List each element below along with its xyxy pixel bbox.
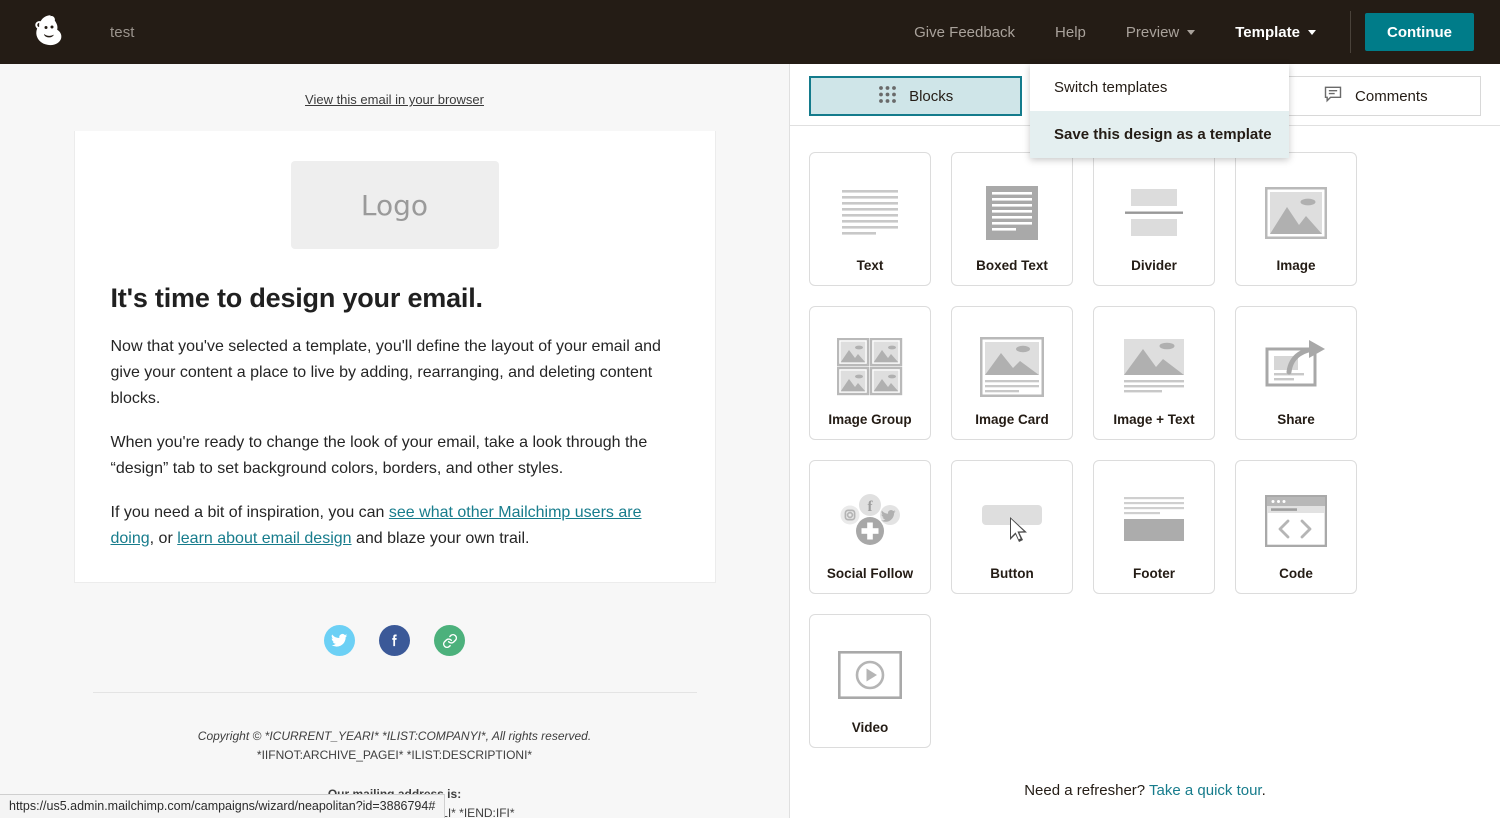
grid-dots-icon: [878, 85, 897, 108]
comment-bubble-icon: [1323, 84, 1343, 108]
image-card-icon: [952, 321, 1072, 412]
block-social-follow[interactable]: f Social Follow: [809, 460, 931, 594]
email-heading: It's time to design your email.: [110, 283, 484, 313]
link-icon[interactable]: [434, 625, 465, 656]
nav-give-feedback[interactable]: Give Feedback: [894, 0, 1035, 64]
video-play-icon: [810, 629, 930, 720]
divider-icon: [1094, 167, 1214, 258]
logo-placeholder[interactable]: Logo: [290, 161, 499, 249]
refresher-text: Need a refresher? Take a quick tour.: [790, 782, 1500, 799]
tab-blocks-label: Blocks: [909, 87, 954, 105]
block-text[interactable]: Text: [809, 152, 931, 286]
template-dropdown-menu: Switch templates Save this design as a t…: [1030, 64, 1289, 158]
code-window-icon: [1236, 475, 1356, 566]
block-boxed-text[interactable]: Boxed Text: [951, 152, 1073, 286]
email-paragraph-3: If you need a bit of inspiration, you ca…: [111, 500, 679, 552]
boxed-text-icon: [952, 167, 1072, 258]
tab-comments[interactable]: Comments: [1269, 76, 1481, 116]
nav-help[interactable]: Help: [1035, 0, 1106, 64]
inspiration-suffix: and blaze your own trail.: [351, 530, 530, 547]
image-icon: [1236, 167, 1356, 258]
facebook-icon[interactable]: [379, 625, 410, 656]
block-video[interactable]: Video: [809, 614, 931, 748]
image-group-icon: [810, 321, 930, 412]
nav-divider: [1350, 11, 1351, 53]
refresher-period: .: [1261, 782, 1266, 799]
status-bar-url: https://us5.admin.mailchimp.com/campaign…: [0, 794, 446, 818]
block-image[interactable]: Image: [1235, 152, 1357, 286]
block-text-label: Text: [856, 258, 884, 273]
email-paragraph-1: Now that you've selected a template, you…: [110, 338, 661, 407]
share-arrow-icon: [1236, 321, 1356, 412]
block-divider-label: Divider: [1131, 258, 1177, 273]
footer-divider: [92, 692, 697, 693]
block-share-label: Share: [1277, 412, 1315, 427]
menu-item-save-design-as-template[interactable]: Save this design as a template: [1030, 111, 1289, 158]
email-preview-pane: View this email in your browser Logo It'…: [0, 64, 789, 818]
twitter-icon[interactable]: [324, 625, 355, 656]
top-bar: test Give Feedback Help Preview Template…: [0, 0, 1500, 64]
tab-comments-label: Comments: [1355, 87, 1428, 105]
block-code[interactable]: Code: [1235, 460, 1357, 594]
social-follow-row: [0, 625, 789, 656]
continue-button[interactable]: Continue: [1365, 13, 1474, 51]
campaign-name: test: [110, 23, 135, 41]
chevron-down-icon: [1187, 29, 1196, 35]
block-image-text[interactable]: Image + Text: [1093, 306, 1215, 440]
content-blocks-panel: Blocks Design Comments: [789, 64, 1500, 818]
view-in-browser-link[interactable]: View this email in your browser: [305, 92, 484, 107]
refresher-prefix: Need a refresher?: [1024, 782, 1150, 799]
block-social-follow-label: Social Follow: [826, 566, 914, 581]
menu-item-switch-templates[interactable]: Switch templates: [1030, 64, 1289, 111]
nav-template-label: Template: [1235, 23, 1300, 41]
quick-tour-link[interactable]: Take a quick tour: [1149, 782, 1262, 799]
social-follow-icon: f: [810, 475, 930, 566]
block-footer[interactable]: Footer: [1093, 460, 1215, 594]
block-video-label: Video: [851, 720, 889, 735]
button-cursor-icon: [952, 475, 1072, 566]
block-code-label: Code: [1279, 566, 1313, 581]
top-nav: Give Feedback Help Preview Template Cont…: [894, 0, 1500, 64]
nav-help-label: Help: [1055, 23, 1086, 41]
footer-copyright: Copyright © *ICURRENT_YEARI* *ILIST:COMP…: [197, 729, 592, 743]
block-divider[interactable]: Divider: [1093, 152, 1215, 286]
block-share[interactable]: Share: [1235, 306, 1357, 440]
image-text-icon: [1094, 321, 1214, 412]
view-in-browser-row: View this email in your browser: [0, 64, 789, 131]
block-image-label: Image: [1276, 258, 1316, 273]
text-lines-icon: [810, 167, 930, 258]
block-image-group-label: Image Group: [828, 412, 912, 427]
inspiration-middle: , or: [149, 530, 178, 547]
nav-template[interactable]: Template: [1215, 0, 1336, 64]
footer-archive: *IIFNOT:ARCHIVE_PAGEI* *ILIST:DESCRIPTIO…: [256, 748, 533, 762]
nav-give-feedback-label: Give Feedback: [914, 23, 1016, 41]
block-button-label: Button: [990, 566, 1034, 581]
chevron-down-icon: [1308, 29, 1316, 35]
block-image-text-label: Image + Text: [1113, 412, 1195, 427]
block-button[interactable]: Button: [951, 460, 1073, 594]
block-image-group[interactable]: Image Group: [809, 306, 931, 440]
inspiration-prefix: If you need a bit of inspiration, you ca…: [110, 504, 389, 521]
email-paragraph-2: When you're ready to change the look of …: [110, 434, 648, 477]
nav-preview[interactable]: Preview: [1106, 0, 1215, 64]
block-boxed-text-label: Boxed Text: [976, 258, 1048, 273]
footer-icon: [1094, 475, 1214, 566]
email-body-card: Logo It's time to design your email. Now…: [73, 131, 716, 583]
block-image-card[interactable]: Image Card: [951, 306, 1073, 440]
email-design-link[interactable]: learn about email design: [177, 530, 351, 547]
block-footer-label: Footer: [1133, 566, 1175, 581]
blocks-grid: Text Boxed Text Divider Image Image Grou…: [790, 126, 1500, 748]
tab-blocks[interactable]: Blocks: [809, 76, 1023, 116]
mailchimp-freddie-icon[interactable]: [18, 12, 82, 52]
block-image-card-label: Image Card: [975, 412, 1049, 427]
nav-preview-label: Preview: [1125, 23, 1180, 41]
